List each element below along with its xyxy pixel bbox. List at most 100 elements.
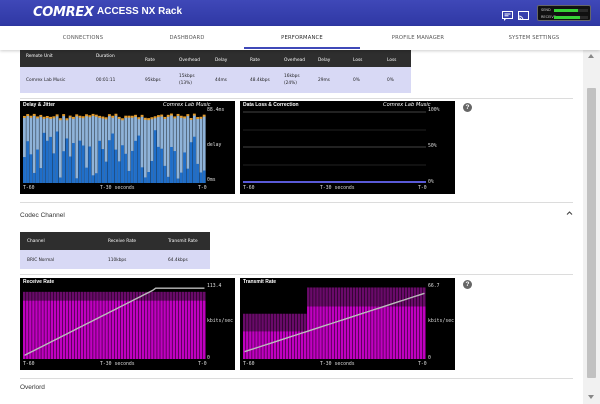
rate-bar [386,306,389,359]
tab-system-settings[interactable]: SYSTEM SETTINGS [476,26,592,50]
delay-bar [104,161,108,183]
y-top-label: 100% [428,108,440,113]
rate-bar [120,300,124,359]
x-mid-label: T-30 seconds [100,186,135,191]
y-top-label: 113.4 [207,284,222,289]
rate-bar [50,300,53,359]
divider [20,378,573,379]
page-scrollbar[interactable] [583,50,600,404]
delay-bar [88,146,92,183]
delay-bar [186,168,190,183]
rate-bar [111,300,114,359]
rate-bar-overhead [325,287,328,307]
rate-bar-overhead [291,313,295,332]
peak-marker [156,115,160,118]
rate-bar [29,300,32,359]
help-icon[interactable]: ? [463,280,472,289]
rate-bar [349,306,353,359]
rate-bar-overhead [267,313,270,332]
jitter-bar [58,119,62,183]
delay-bar [137,135,141,183]
rate-bar-overhead [35,291,38,301]
rate-bar [154,300,157,359]
rate-bar [297,331,301,359]
rate-bar [56,300,60,359]
receive-rate-chart: Receive Rate 113.4 kbits/sec 0 T-60 T-30… [20,278,235,370]
delay-bar [179,172,183,183]
scroll-thumb[interactable] [587,88,596,378]
peak-marker [55,114,59,117]
rate-bar [65,300,69,359]
delay-bar [150,161,154,183]
rate-bar [255,331,258,359]
peak-marker [199,116,203,119]
tab-profile-manager[interactable]: PROFILE MANAGER [360,26,476,50]
rate-bar [346,306,350,359]
tab-dashboard[interactable]: DASHBOARD [129,26,245,50]
delay-bar [143,177,147,183]
rate-bar [304,331,307,359]
rate-bar-overhead [77,291,81,301]
rate-bar-overhead [331,287,334,307]
rate-bar [187,300,191,359]
peak-marker [121,118,124,121]
chat-icon[interactable] [502,8,513,21]
rate-bar-overhead [255,313,258,332]
rate-bar-overhead [59,291,63,301]
rate-bar-overhead [53,291,57,301]
rate-bar-overhead [199,291,203,301]
peak-marker [98,115,102,118]
x-mid-label: T-30 seconds [320,186,355,191]
cast-icon[interactable] [518,8,529,21]
rate-bar-overhead [355,287,359,307]
col-tx-loss: Loss [387,58,397,63]
data-loss-chart: Data Loss & Correction Comrex Lab Music … [240,101,455,194]
rate-bar-overhead [374,287,377,307]
chart-title: Delay & Jitter [23,102,55,108]
rate-bar [175,300,179,359]
rate-bar [99,300,102,359]
peak-marker [153,116,157,119]
rate-bar [267,331,270,359]
rate-bar-overhead [62,291,66,301]
peak-marker [150,117,154,120]
rate-bar-overhead [105,291,108,301]
y-mid-label: 50% [428,144,437,149]
delay-bar [173,151,177,183]
collapse-chevron-icon[interactable] [566,210,573,218]
rate-bar-overhead [166,291,169,301]
rate-bar [126,300,130,359]
delay-bar [114,149,118,183]
scroll-down-arrow-icon[interactable] [588,395,594,399]
jitter-bar [91,115,95,183]
tab-connections[interactable]: CONNECTIONS [20,26,146,50]
rate-bar-overhead [175,291,179,301]
peak-marker [192,113,196,116]
help-icon[interactable]: ? [463,103,472,112]
delay-bar [23,157,26,183]
rate-bar-overhead [181,291,185,301]
rate-bar [84,300,87,359]
delay-bar [117,161,121,183]
scroll-up-arrow-icon[interactable] [588,54,594,58]
jitter-bar [75,115,79,183]
rate-bar [307,306,310,359]
table-header: Remote Unit Duration Rate Overhead Delay… [20,50,411,67]
rate-bar [59,300,63,359]
rate-bar [300,331,304,359]
delay-bar [98,140,102,183]
rate-bar [138,300,142,359]
peak-marker [189,117,193,120]
x-mid-label: T-30 seconds [320,362,355,367]
rate-bar [377,306,380,359]
delay-bar [101,149,105,183]
delay-bar [94,173,98,183]
rate-bar-overhead [398,287,402,307]
delay-bar [58,177,62,183]
rate-bar [243,331,246,359]
rate-bar-overhead [416,287,420,307]
peak-marker [117,116,121,119]
rate-bar [178,300,182,359]
rate-bar-overhead [261,313,264,332]
rate-bar [401,306,405,359]
